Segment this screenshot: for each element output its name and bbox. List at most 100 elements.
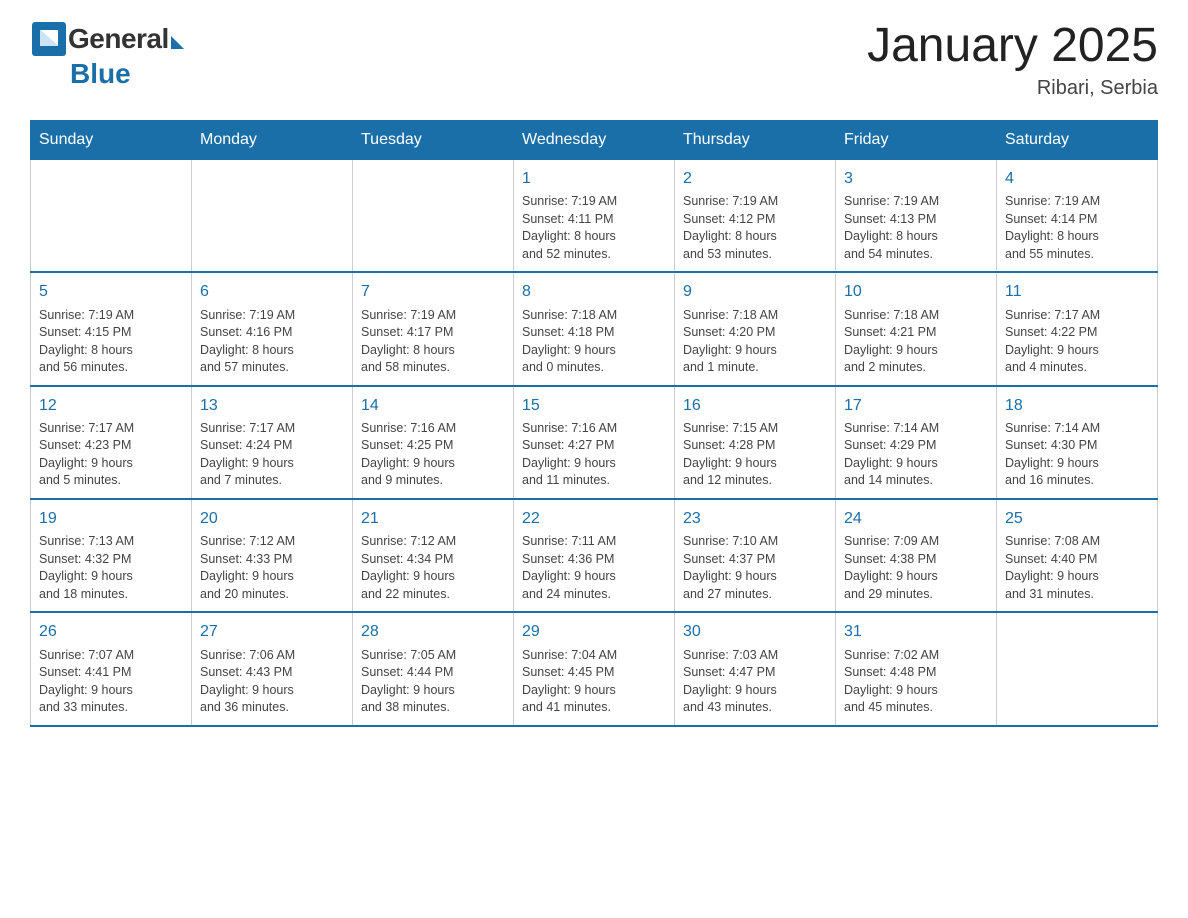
day-number: 20 [200,508,344,530]
header-tuesday: Tuesday [353,120,514,159]
day-cell: 9Sunrise: 7:18 AM Sunset: 4:20 PM Daylig… [675,272,836,385]
day-cell: 18 Sunrise: 7:14 AM Sunset: 4:30 PM Dayli… [997,386,1158,499]
day-info: Sunrise: 7:14 AM Sunset: 4:29 PM Dayligh… [844,420,988,490]
day-info: Sunrise: 7:17 AM Sunset: 4:23 PM Dayligh… [39,420,183,490]
day-cell: 4 Sunrise: 7:19 AM Sunset: 4:14 PM Daylig… [997,159,1158,272]
calendar-table: SundayMondayTuesdayWednesdayThursdayFrid… [30,120,1158,727]
day-cell: 30 Sunrise: 7:03 AM Sunset: 4:47 PM Dayli… [675,612,836,725]
day-number: 1 [522,168,666,190]
day-number: 14 [361,395,505,417]
header-monday: Monday [192,120,353,159]
day-info: Sunrise: 7:03 AM Sunset: 4:47 PM Dayligh… [683,647,827,717]
day-number: 29 [522,621,666,643]
day-cell: 2Sunrise: 7:19 AM Sunset: 4:12 PM Daylig… [675,159,836,272]
day-number: 17 [844,395,988,417]
day-cell: 23Sunrise: 7:10 AM Sunset: 4:37 PM Dayli… [675,499,836,612]
day-info: Sunrise: 7:15 AM Sunset: 4:28 PM Dayligh… [683,420,827,490]
day-cell [997,612,1158,725]
day-info: Sunrise: 7:05 AM Sunset: 4:44 PM Dayligh… [361,647,505,717]
page-header: General Blue January 2025 Ribari, Serbia [30,20,1158,100]
week-row-1: 5 Sunrise: 7:19 AM Sunset: 4:15 PM Daylig… [31,272,1158,385]
day-number: 2 [683,168,827,190]
day-number: 22 [522,508,666,530]
day-cell: 27Sunrise: 7:06 AM Sunset: 4:43 PM Dayli… [192,612,353,725]
day-info: Sunrise: 7:12 AM Sunset: 4:33 PM Dayligh… [200,533,344,603]
day-number: 31 [844,621,988,643]
day-number: 7 [361,281,505,303]
day-cell: 21 Sunrise: 7:12 AM Sunset: 4:34 PM Dayli… [353,499,514,612]
day-info: Sunrise: 7:09 AM Sunset: 4:38 PM Dayligh… [844,533,988,603]
week-row-3: 19 Sunrise: 7:13 AM Sunset: 4:32 PM Dayli… [31,499,1158,612]
day-cell: 26Sunrise: 7:07 AM Sunset: 4:41 PM Dayli… [31,612,192,725]
logo-arrow-icon [171,36,184,49]
day-info: Sunrise: 7:18 AM Sunset: 4:20 PM Dayligh… [683,307,827,377]
day-number: 18 [1005,395,1149,417]
day-info: Sunrise: 7:16 AM Sunset: 4:27 PM Dayligh… [522,420,666,490]
calendar-header-row: SundayMondayTuesdayWednesdayThursdayFrid… [31,120,1158,159]
header-friday: Friday [836,120,997,159]
day-info: Sunrise: 7:18 AM Sunset: 4:18 PM Dayligh… [522,307,666,377]
header-saturday: Saturday [997,120,1158,159]
day-info: Sunrise: 7:19 AM Sunset: 4:17 PM Dayligh… [361,307,505,377]
day-info: Sunrise: 7:19 AM Sunset: 4:14 PM Dayligh… [1005,193,1149,263]
day-info: Sunrise: 7:16 AM Sunset: 4:25 PM Dayligh… [361,420,505,490]
day-cell: 11 Sunrise: 7:17 AM Sunset: 4:22 PM Dayli… [997,272,1158,385]
day-cell: 3 Sunrise: 7:19 AM Sunset: 4:13 PM Daylig… [836,159,997,272]
header-wednesday: Wednesday [514,120,675,159]
day-number: 19 [39,508,183,530]
logo-blue-text: Blue [70,58,131,89]
day-info: Sunrise: 7:02 AM Sunset: 4:48 PM Dayligh… [844,647,988,717]
month-title: January 2025 [867,20,1158,73]
title-block: January 2025 Ribari, Serbia [867,20,1158,100]
day-cell: 12Sunrise: 7:17 AM Sunset: 4:23 PM Dayli… [31,386,192,499]
day-cell: 25 Sunrise: 7:08 AM Sunset: 4:40 PM Dayli… [997,499,1158,612]
logo-icon [30,20,68,58]
day-number: 16 [683,395,827,417]
week-row-0: 1 Sunrise: 7:19 AM Sunset: 4:11 PM Daylig… [31,159,1158,272]
day-info: Sunrise: 7:12 AM Sunset: 4:34 PM Dayligh… [361,533,505,603]
day-number: 24 [844,508,988,530]
day-info: Sunrise: 7:14 AM Sunset: 4:30 PM Dayligh… [1005,420,1149,490]
day-cell: 10 Sunrise: 7:18 AM Sunset: 4:21 PM Dayli… [836,272,997,385]
day-number: 30 [683,621,827,643]
day-info: Sunrise: 7:13 AM Sunset: 4:32 PM Dayligh… [39,533,183,603]
day-cell: 5 Sunrise: 7:19 AM Sunset: 4:15 PM Daylig… [31,272,192,385]
day-number: 11 [1005,281,1149,303]
day-info: Sunrise: 7:19 AM Sunset: 4:11 PM Dayligh… [522,193,666,263]
day-cell: 7 Sunrise: 7:19 AM Sunset: 4:17 PM Daylig… [353,272,514,385]
day-number: 25 [1005,508,1149,530]
day-number: 23 [683,508,827,530]
day-cell: 13Sunrise: 7:17 AM Sunset: 4:24 PM Dayli… [192,386,353,499]
day-number: 27 [200,621,344,643]
day-cell: 14 Sunrise: 7:16 AM Sunset: 4:25 PM Dayli… [353,386,514,499]
day-info: Sunrise: 7:17 AM Sunset: 4:22 PM Dayligh… [1005,307,1149,377]
day-cell: 8 Sunrise: 7:18 AM Sunset: 4:18 PM Daylig… [514,272,675,385]
day-number: 21 [361,508,505,530]
day-number: 3 [844,168,988,190]
day-cell [353,159,514,272]
week-row-2: 12Sunrise: 7:17 AM Sunset: 4:23 PM Dayli… [31,386,1158,499]
day-cell [192,159,353,272]
day-cell: 20 Sunrise: 7:12 AM Sunset: 4:33 PM Dayli… [192,499,353,612]
day-info: Sunrise: 7:08 AM Sunset: 4:40 PM Dayligh… [1005,533,1149,603]
day-cell: 1 Sunrise: 7:19 AM Sunset: 4:11 PM Daylig… [514,159,675,272]
week-row-4: 26Sunrise: 7:07 AM Sunset: 4:41 PM Dayli… [31,612,1158,725]
header-thursday: Thursday [675,120,836,159]
logo: General Blue [30,20,184,90]
day-cell: 28 Sunrise: 7:05 AM Sunset: 4:44 PM Dayli… [353,612,514,725]
day-info: Sunrise: 7:11 AM Sunset: 4:36 PM Dayligh… [522,533,666,603]
day-cell: 22 Sunrise: 7:11 AM Sunset: 4:36 PM Dayli… [514,499,675,612]
day-cell: 31 Sunrise: 7:02 AM Sunset: 4:48 PM Dayli… [836,612,997,725]
day-number: 8 [522,281,666,303]
day-info: Sunrise: 7:19 AM Sunset: 4:13 PM Dayligh… [844,193,988,263]
day-number: 28 [361,621,505,643]
day-info: Sunrise: 7:19 AM Sunset: 4:15 PM Dayligh… [39,307,183,377]
day-number: 10 [844,281,988,303]
day-cell: 6Sunrise: 7:19 AM Sunset: 4:16 PM Daylig… [192,272,353,385]
day-cell: 17 Sunrise: 7:14 AM Sunset: 4:29 PM Dayli… [836,386,997,499]
day-number: 26 [39,621,183,643]
day-info: Sunrise: 7:18 AM Sunset: 4:21 PM Dayligh… [844,307,988,377]
day-number: 4 [1005,168,1149,190]
day-number: 5 [39,281,183,303]
day-cell: 15Sunrise: 7:16 AM Sunset: 4:27 PM Dayli… [514,386,675,499]
